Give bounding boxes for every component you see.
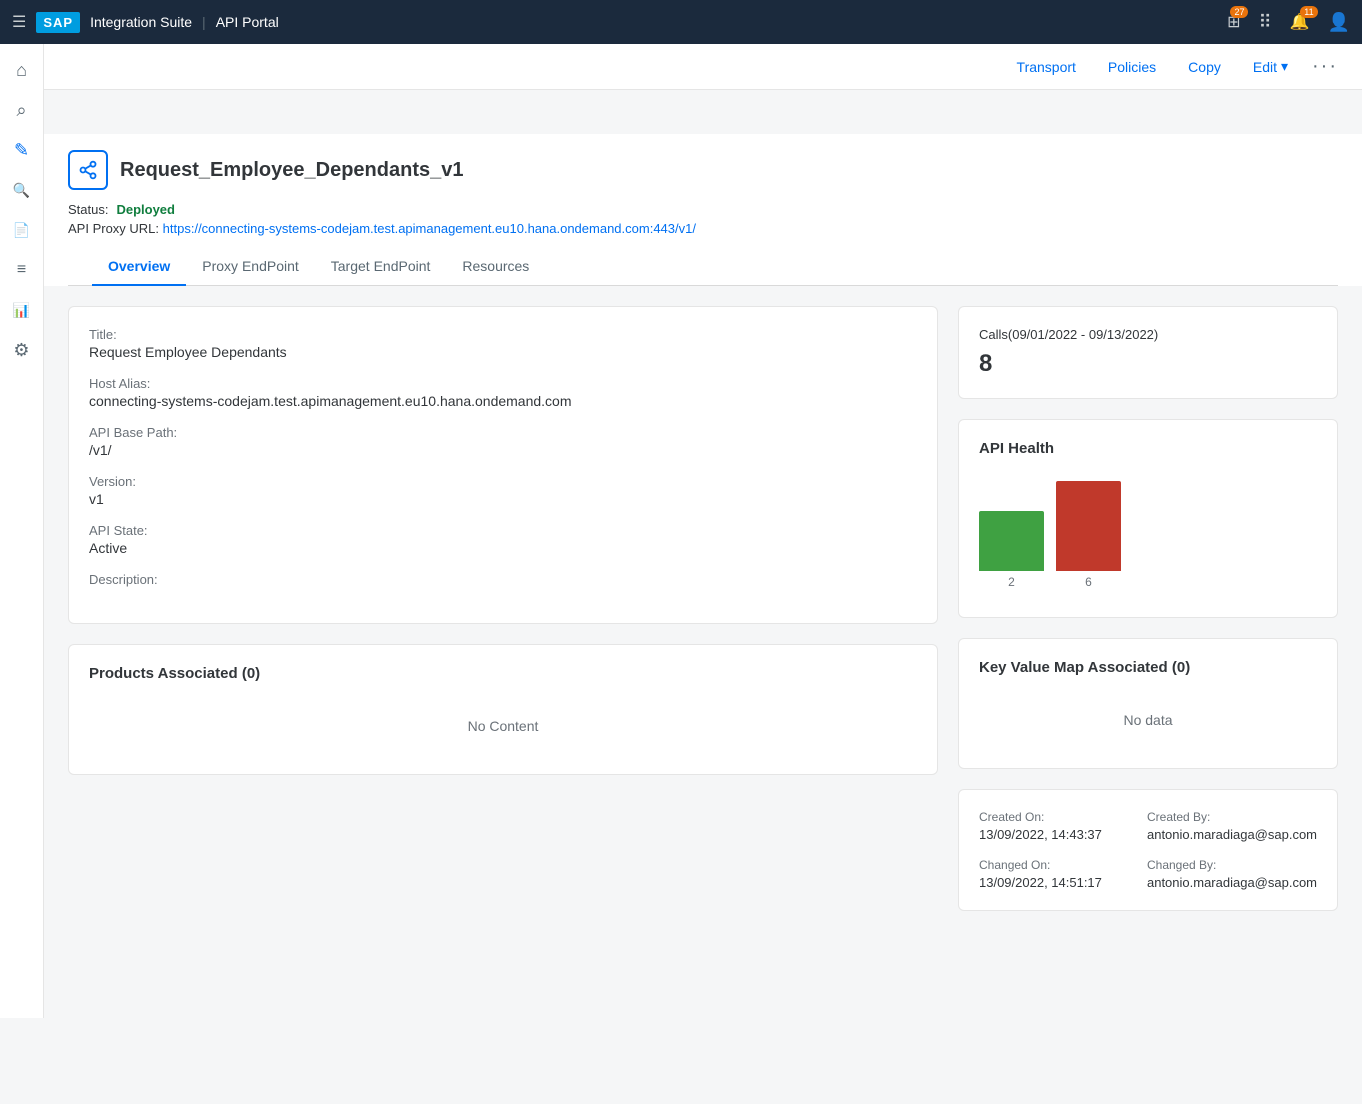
edit-chevron-icon: ▾ <box>1281 58 1288 75</box>
base-path-value: /v1/ <box>89 442 917 458</box>
edit-button[interactable]: Edit ▾ <box>1245 54 1296 79</box>
sidebar-item-chart[interactable]: 📊 <box>4 292 40 328</box>
app-title: Integration Suite <box>90 14 192 30</box>
api-name-title: Request_Employee_Dependants_v1 <box>120 159 463 182</box>
overview-card: Title: Request Employee Dependants Host … <box>68 306 938 624</box>
created-on-label: Created On: <box>979 810 1131 824</box>
policies-button[interactable]: Policies <box>1100 55 1164 79</box>
sidebar-item-search[interactable]: ⌕ <box>4 92 40 128</box>
proxy-url-link[interactable]: https://connecting-systems-codejam.test.… <box>163 221 696 236</box>
sidebar-item-document[interactable]: 📄 <box>4 212 40 248</box>
calls-date-range: Calls(09/01/2022 - 09/13/2022) <box>979 327 1317 342</box>
kvm-no-data: No data <box>979 692 1317 748</box>
tab-resources[interactable]: Resources <box>446 248 545 286</box>
host-alias-label: Host Alias: <box>89 376 917 391</box>
version-label: Version: <box>89 474 917 489</box>
sidebar-item-home[interactable]: ⌂ <box>4 52 40 88</box>
health-chart: 2 6 <box>979 473 1317 597</box>
changed-by-label: Changed By: <box>1147 858 1317 872</box>
api-health-title: API Health <box>979 440 1317 457</box>
kvm-card: Key Value Map Associated (0) No data <box>958 638 1338 769</box>
title-label: Title: <box>89 327 917 342</box>
kvm-card-title: Key Value Map Associated (0) <box>979 659 1317 676</box>
status-value: Deployed <box>116 202 175 217</box>
top-navigation: ☰ SAP Integration Suite | API Portal ⊞ 2… <box>0 0 1362 44</box>
user-profile-button[interactable]: 👤 <box>1328 12 1350 33</box>
proxy-url-label: API Proxy URL: <box>68 221 159 236</box>
transport-button[interactable]: Transport <box>1009 55 1084 79</box>
created-by-label: Created By: <box>1147 810 1317 824</box>
products-card: Products Associated (0) No Content <box>68 644 938 775</box>
tab-target-endpoint[interactable]: Target EndPoint <box>315 248 447 286</box>
grid-apps-button[interactable]: ⠿ <box>1258 12 1271 33</box>
main-content: Request_Employee_Dependants_v1 Status: D… <box>44 134 1362 1104</box>
portal-title: API Portal <box>216 14 279 30</box>
api-health-card: API Health 2 6 <box>958 419 1338 618</box>
tab-overview[interactable]: Overview <box>92 248 186 286</box>
status-label: Status: <box>68 202 108 217</box>
title-value: Request Employee Dependants <box>89 344 917 360</box>
products-card-title: Products Associated (0) <box>89 665 917 682</box>
description-label: Description: <box>89 572 917 587</box>
api-share-icon <box>68 150 108 190</box>
version-value: v1 <box>89 491 917 507</box>
created-on-value: 13/09/2022, 14:43:37 <box>979 827 1131 842</box>
more-options-button[interactable]: ··· <box>1312 55 1338 78</box>
host-alias-value: connecting-systems-codejam.test.apimanag… <box>89 393 917 409</box>
copy-button[interactable]: Copy <box>1180 55 1229 79</box>
created-by-value: antonio.maradiaga@sap.com <box>1147 827 1317 842</box>
sidebar-item-list[interactable]: ≡ <box>4 252 40 288</box>
changed-on-value: 13/09/2022, 14:51:17 <box>979 875 1131 890</box>
sidebar-item-edit[interactable]: ✎ <box>4 132 40 168</box>
sidebar-item-magnify[interactable]: 🔍 <box>4 172 40 208</box>
left-sidebar: ⌂ ⌕ ✎ 🔍 📄 ≡ 📊 ⚙ <box>0 44 44 1018</box>
api-state-value: Active <box>89 540 917 556</box>
notifications-badge: 11 <box>1300 6 1317 18</box>
sap-logo: SAP <box>36 12 80 33</box>
page-header: Request_Employee_Dependants_v1 Status: D… <box>44 134 1362 286</box>
api-state-label: API State: <box>89 523 917 538</box>
tab-proxy-endpoint[interactable]: Proxy EndPoint <box>186 248 315 286</box>
bar-label-2: 2 <box>1008 575 1015 589</box>
metadata-card: Created On: 13/09/2022, 14:43:37 Created… <box>958 789 1338 911</box>
proxy-url-row: API Proxy URL: https://connecting-system… <box>68 221 1338 236</box>
products-no-content: No Content <box>89 698 917 754</box>
calls-count: 8 <box>979 350 1317 378</box>
changed-on-label: Changed On: <box>979 858 1131 872</box>
hamburger-menu-button[interactable]: ☰ <box>12 12 26 32</box>
sidebar-item-settings[interactable]: ⚙ <box>4 332 40 368</box>
apps-badge: 27 <box>1230 6 1248 18</box>
content-area: Title: Request Employee Dependants Host … <box>44 286 1362 1104</box>
apps-button[interactable]: ⊞ 27 <box>1227 12 1240 32</box>
calls-card: Calls(09/01/2022 - 09/13/2022) 8 <box>958 306 1338 399</box>
action-bar: Transport Policies Copy Edit ▾ ··· <box>0 44 1362 90</box>
changed-by-value: antonio.maradiaga@sap.com <box>1147 875 1317 890</box>
base-path-label: API Base Path: <box>89 425 917 440</box>
notifications-button[interactable]: 🔔 11 <box>1290 12 1310 32</box>
bar-label-6: 6 <box>1085 575 1092 589</box>
page-tabs: Overview Proxy EndPoint Target EndPoint … <box>68 248 1338 286</box>
